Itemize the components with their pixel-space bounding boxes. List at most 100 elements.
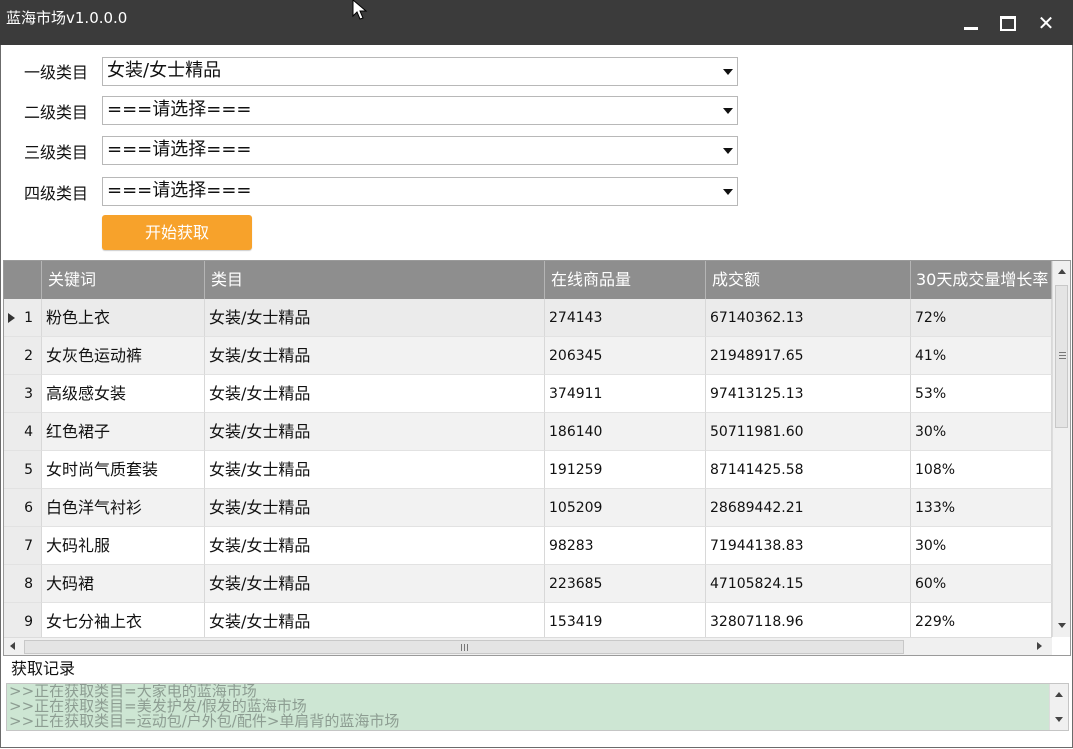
close-icon: ✕ [1037, 11, 1055, 35]
vertical-scrollbar[interactable] [1052, 261, 1070, 637]
minimize-button[interactable] [960, 12, 982, 34]
online-count-cell[interactable]: 186140 [545, 413, 706, 451]
dropdown-arrow-icon [723, 189, 733, 195]
category-level2-select[interactable]: ===请选择=== [102, 96, 738, 125]
growth-cell[interactable]: 30% [911, 413, 1052, 451]
scroll-up-arrow-icon[interactable] [1055, 692, 1063, 697]
row-index-cell[interactable]: 5 [4, 451, 42, 489]
category-cell[interactable]: 女装/女士精品 [205, 489, 545, 527]
online-count-cell[interactable]: 153419 [545, 603, 706, 641]
column-header-growth[interactable]: 30天成交量增长率 [911, 261, 1052, 299]
growth-cell[interactable]: 41% [911, 337, 1052, 375]
row-index-cell[interactable]: 4 [4, 413, 42, 451]
online-count-cell[interactable]: 105209 [545, 489, 706, 527]
maximize-button[interactable] [997, 12, 1019, 34]
keyword-cell[interactable]: 高级感女装 [42, 375, 205, 413]
table-row[interactable]: 9 女七分袖上衣 女装/女士精品 153419 32807118.96 229% [4, 603, 1052, 641]
growth-cell[interactable]: 133% [911, 489, 1052, 527]
online-count-cell[interactable]: 274143 [545, 299, 706, 337]
grid-header: 关键词 类目 在线商品量 成交额 30天成交量增长率 [4, 261, 1052, 299]
vertical-scroll-thumb[interactable] [1055, 285, 1068, 428]
turnover-cell[interactable]: 50711981.60 [706, 413, 911, 451]
current-row-arrow-icon [8, 313, 15, 323]
keyword-cell[interactable]: 女灰色运动裤 [42, 337, 205, 375]
keyword-cell[interactable]: 大码裙 [42, 565, 205, 603]
category-cell[interactable]: 女装/女士精品 [205, 375, 545, 413]
growth-cell[interactable]: 53% [911, 375, 1052, 413]
horizontal-scrollbar[interactable] [4, 637, 1052, 655]
growth-cell[interactable]: 30% [911, 527, 1052, 565]
growth-cell[interactable]: 60% [911, 565, 1052, 603]
category-level4-select[interactable]: ===请选择=== [102, 177, 738, 206]
online-count-cell[interactable]: 191259 [545, 451, 706, 489]
scroll-down-arrow-icon[interactable] [1055, 717, 1063, 722]
category-level3-select[interactable]: ===请选择=== [102, 136, 738, 165]
category-cell[interactable]: 女装/女士精品 [205, 527, 545, 565]
grip-icon [461, 644, 462, 651]
keyword-cell[interactable]: 红色裙子 [42, 413, 205, 451]
column-header-turnover[interactable]: 成交额 [706, 261, 911, 299]
row-index-cell[interactable]: 2 [4, 337, 42, 375]
turnover-cell[interactable]: 21948917.65 [706, 337, 911, 375]
table-row[interactable]: 7 大码礼服 女装/女士精品 98283 71944138.83 30% [4, 527, 1052, 565]
start-fetch-button[interactable]: 开始获取 [102, 215, 252, 250]
keyword-cell[interactable]: 女七分袖上衣 [42, 603, 205, 641]
log-output[interactable]: >>正在获取类目=大家电的蓝海市场 >>正在获取类目=美发护发/假发的蓝海市场 … [6, 683, 1069, 731]
category-level1-label: 一级类目 [24, 63, 89, 82]
keyword-cell[interactable]: 女时尚气质套装 [42, 451, 205, 489]
turnover-cell[interactable]: 47105824.15 [706, 565, 911, 603]
keyword-cell[interactable]: 大码礼服 [42, 527, 205, 565]
minimize-icon [964, 26, 978, 30]
category-cell[interactable]: 女装/女士精品 [205, 565, 545, 603]
online-count-cell[interactable]: 206345 [545, 337, 706, 375]
keyword-cell[interactable]: 白色洋气衬衫 [42, 489, 205, 527]
close-button[interactable]: ✕ [1035, 12, 1057, 34]
category-cell[interactable]: 女装/女士精品 [205, 451, 545, 489]
table-row[interactable]: 2 女灰色运动裤 女装/女士精品 206345 21948917.65 41% [4, 337, 1052, 375]
table-row[interactable]: 4 红色裙子 女装/女士精品 186140 50711981.60 30% [4, 413, 1052, 451]
column-header-online-count[interactable]: 在线商品量 [545, 261, 706, 299]
row-index-cell[interactable]: 6 [4, 489, 42, 527]
table-row[interactable]: 3 高级感女装 女装/女士精品 374911 97413125.13 53% [4, 375, 1052, 413]
turnover-cell[interactable]: 97413125.13 [706, 375, 911, 413]
scroll-left-arrow-icon[interactable] [10, 642, 15, 650]
data-grid[interactable]: 关键词 类目 在线商品量 成交额 30天成交量增长率 1 粉色上衣 女装/女士精品 2… [3, 260, 1071, 656]
row-index-cell[interactable]: 3 [4, 375, 42, 413]
turnover-cell[interactable]: 71944138.83 [706, 527, 911, 565]
keyword-cell[interactable]: 粉色上衣 [42, 299, 205, 337]
row-index-cell[interactable]: 8 [4, 565, 42, 603]
scroll-up-arrow-icon[interactable] [1058, 269, 1066, 274]
category-cell[interactable]: 女装/女士精品 [205, 603, 545, 641]
online-count-cell[interactable]: 374911 [545, 375, 706, 413]
window-title: 蓝海市场v1.0.0.0 [6, 9, 128, 27]
category-cell[interactable]: 女装/女士精品 [205, 337, 545, 375]
dropdown-arrow-icon [723, 69, 733, 75]
turnover-cell[interactable]: 67140362.13 [706, 299, 911, 337]
column-header-keyword[interactable]: 关键词 [42, 261, 205, 299]
horizontal-scroll-thumb[interactable] [24, 640, 904, 654]
category-level1-value: 女装/女士精品 [107, 60, 222, 81]
category-cell[interactable]: 女装/女士精品 [205, 413, 545, 451]
turnover-cell[interactable]: 28689442.21 [706, 489, 911, 527]
row-index-cell[interactable]: 7 [4, 527, 42, 565]
row-index-cell[interactable]: 9 [4, 603, 42, 641]
online-count-cell[interactable]: 223685 [545, 565, 706, 603]
scroll-right-arrow-icon[interactable] [1037, 642, 1042, 650]
column-header-category[interactable]: 类目 [205, 261, 545, 299]
category-level1-select[interactable]: 女装/女士精品 [102, 57, 738, 86]
turnover-cell[interactable]: 87141425.58 [706, 451, 911, 489]
table-row[interactable]: 8 大码裙 女装/女士精品 223685 47105824.15 60% [4, 565, 1052, 603]
scroll-down-arrow-icon[interactable] [1058, 623, 1066, 628]
growth-cell[interactable]: 108% [911, 451, 1052, 489]
log-scrollbar[interactable] [1049, 684, 1068, 730]
table-row[interactable]: 5 女时尚气质套装 女装/女士精品 191259 87141425.58 108% [4, 451, 1052, 489]
table-row[interactable]: 1 粉色上衣 女装/女士精品 274143 67140362.13 72% [4, 299, 1052, 337]
table-row[interactable]: 6 白色洋气衬衫 女装/女士精品 105209 28689442.21 133% [4, 489, 1052, 527]
online-count-cell[interactable]: 98283 [545, 527, 706, 565]
turnover-cell[interactable]: 32807118.96 [706, 603, 911, 641]
category-cell[interactable]: 女装/女士精品 [205, 299, 545, 337]
growth-cell[interactable]: 229% [911, 603, 1052, 641]
dropdown-arrow-icon [723, 108, 733, 114]
growth-cell[interactable]: 72% [911, 299, 1052, 337]
category-level4-label: 四级类目 [24, 184, 89, 203]
